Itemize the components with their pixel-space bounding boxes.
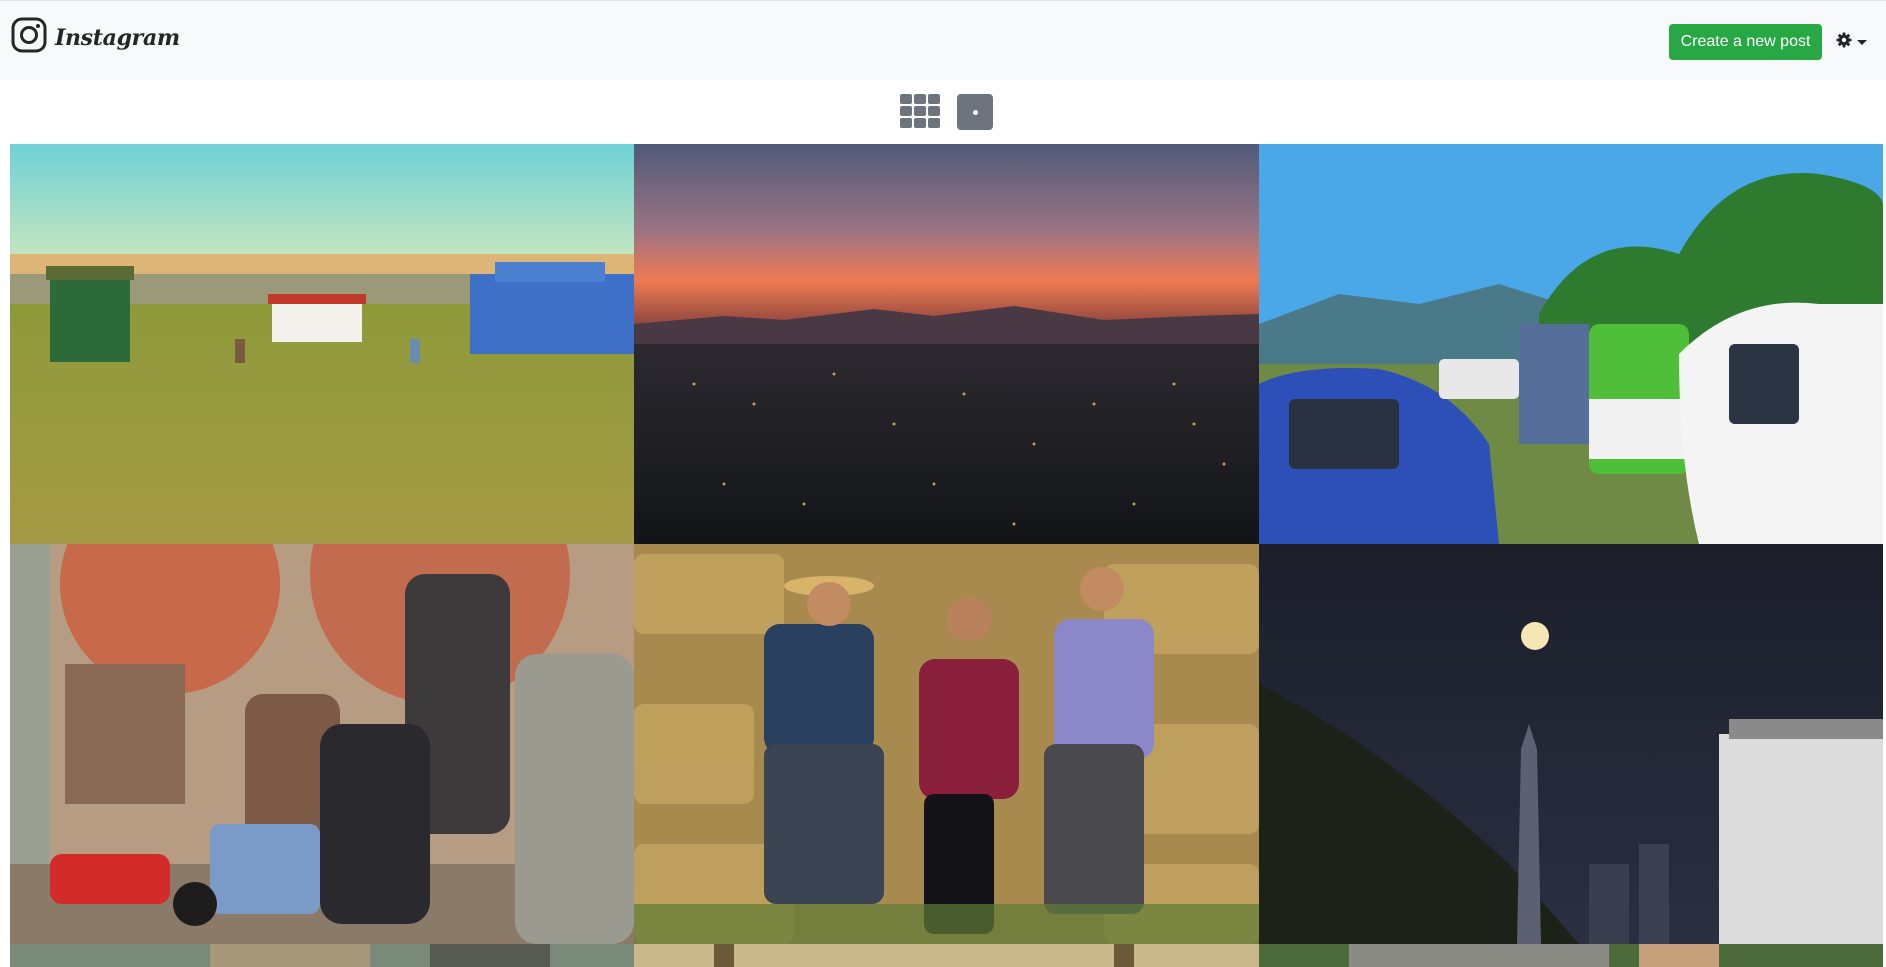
view-toggle (900, 94, 993, 130)
post-thumbnail-moon-night[interactable] (1259, 544, 1883, 944)
post-thumbnail-photographers[interactable] (10, 544, 634, 944)
photo-grid (10, 144, 1883, 967)
gear-icon (1836, 32, 1852, 53)
post-thumbnail-hay-bales[interactable] (634, 544, 1259, 944)
brand-logo[interactable]: Instagram (11, 17, 180, 58)
post-thumbnail-parked-cars[interactable] (1259, 144, 1883, 544)
square-icon (973, 110, 978, 115)
single-view-button[interactable] (957, 94, 993, 130)
post-thumbnail-partial[interactable] (634, 944, 1259, 967)
settings-dropdown[interactable] (1836, 32, 1867, 53)
post-thumbnail-field[interactable] (10, 144, 634, 544)
create-post-button[interactable]: Create a new post (1669, 24, 1822, 60)
post-thumbnail-city-sunset[interactable] (634, 144, 1259, 544)
post-thumbnail-partial[interactable] (10, 944, 634, 967)
brand-name: Instagram (55, 24, 180, 51)
grid-view-button[interactable] (900, 94, 942, 130)
navbar: Instagram Create a new post (0, 0, 1886, 80)
chevron-down-icon (1857, 40, 1867, 45)
post-thumbnail-partial[interactable] (1259, 944, 1883, 967)
instagram-icon (11, 17, 47, 58)
